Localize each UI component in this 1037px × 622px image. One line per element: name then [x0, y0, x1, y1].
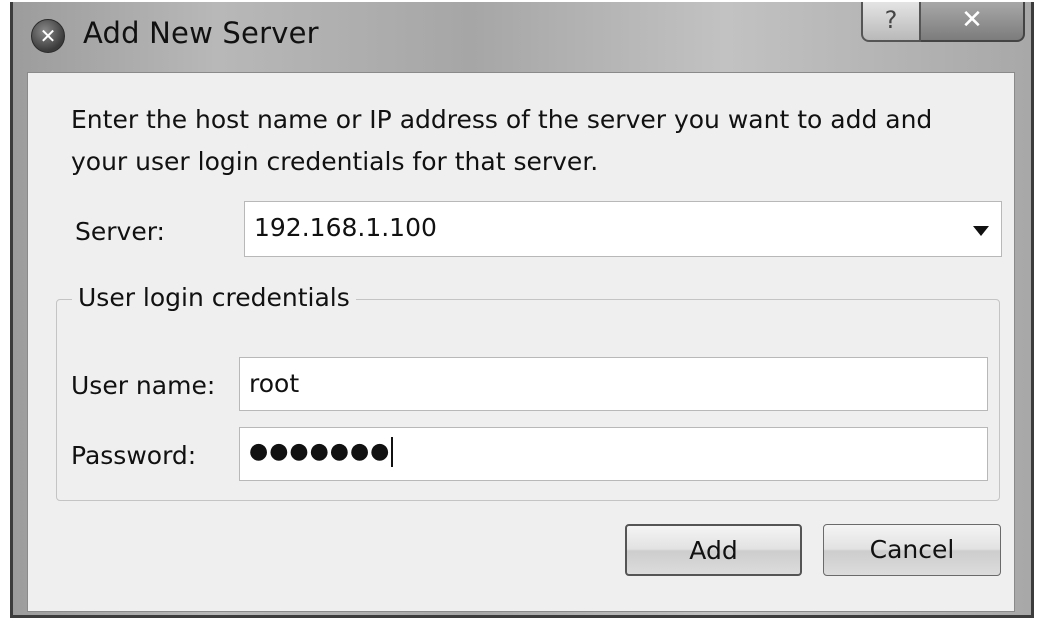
password-field[interactable]: ●●●●●●●	[239, 427, 988, 481]
username-label: User name:	[71, 371, 216, 400]
instructions-text: Enter the host name or IP address of the…	[71, 105, 933, 176]
dialog-title: Add New Server	[83, 16, 319, 50]
dropdown-arrow-icon[interactable]	[973, 226, 989, 236]
username-field[interactable]: root	[239, 357, 988, 411]
username-value: root	[249, 369, 300, 398]
close-button[interactable]: ✕	[921, 2, 1025, 42]
help-button[interactable]: ?	[861, 2, 921, 42]
title-bar[interactable]: ✕ Add New Server ? ✕	[13, 2, 1031, 68]
cancel-button[interactable]: Cancel	[823, 524, 1001, 576]
server-combobox[interactable]: 192.168.1.100	[244, 201, 1002, 257]
server-label: Server:	[75, 217, 165, 246]
caption-buttons: ? ✕	[861, 2, 1025, 44]
dialog-body: Enter the host name or IP address of the…	[27, 72, 1015, 612]
app-close-icon: ✕	[31, 19, 65, 53]
credentials-group-title: User login credentials	[72, 283, 356, 312]
password-mask: ●●●●●●●	[249, 437, 394, 467]
server-value: 192.168.1.100	[254, 213, 437, 242]
add-button[interactable]: Add	[625, 524, 802, 576]
text-caret	[391, 437, 394, 467]
add-server-dialog: ✕ Add New Server ? ✕ Enter the host name…	[10, 2, 1034, 618]
password-label: Password:	[71, 441, 197, 470]
